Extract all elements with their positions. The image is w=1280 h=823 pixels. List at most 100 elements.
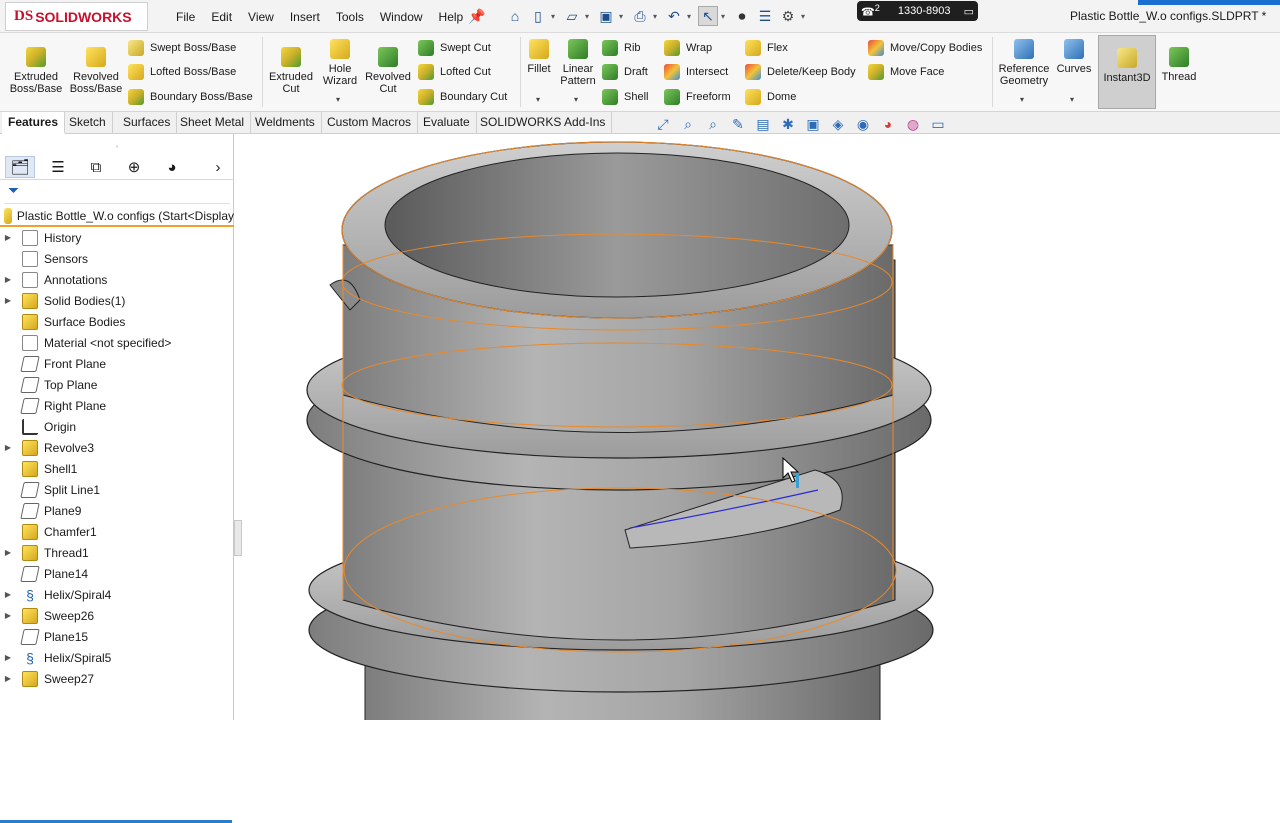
menu-tools[interactable]: Tools [336, 10, 364, 24]
hole-wizard-dropdown-icon[interactable]: ▾ [336, 95, 340, 104]
phone-widget[interactable]: ☎2 1330-8903 ▭ [857, 1, 978, 21]
reference-geometry-button[interactable]: Reference Geometry [996, 39, 1052, 87]
instant3d-button[interactable]: Instant3D [1098, 35, 1156, 109]
boundary-boss-button[interactable]: Boundary Boss/Base [128, 87, 253, 107]
dynamic-annotation-icon[interactable]: ✱ [780, 116, 796, 132]
menu-view[interactable]: View [248, 10, 274, 24]
delete-keep-body-button[interactable]: Delete/Keep Body [745, 62, 856, 82]
extruded-cut-button[interactable]: Extruded Cut [266, 47, 316, 95]
expand-arrow-icon[interactable]: ▶ [0, 296, 16, 305]
tree-node[interactable]: ▶ Annotations [0, 269, 234, 290]
tree-node[interactable]: ▶ § Helix/Spiral5 [0, 647, 234, 668]
rib-button[interactable]: Rib [602, 38, 641, 58]
options-gear-icon[interactable]: ⚙ [778, 6, 798, 26]
tree-node[interactable]: Sensors [0, 248, 234, 269]
tab-solidworks-addins[interactable]: SOLIDWORKS Add-Ins [474, 112, 613, 134]
view-settings-icon[interactable]: ▭ [930, 116, 946, 132]
panel-collapse-handle[interactable] [234, 520, 242, 556]
new-dropdown-icon[interactable]: ▾ [551, 12, 559, 21]
dome-button[interactable]: Dome [745, 87, 796, 107]
revolved-boss-button[interactable]: Revolved Boss/Base [68, 47, 124, 95]
save-dropdown-icon[interactable]: ▾ [619, 12, 627, 21]
tree-node[interactable]: Origin [0, 416, 234, 437]
tab-custom-macros[interactable]: Custom Macros [321, 112, 419, 134]
part-root-node[interactable]: Plastic Bottle_W.o configs (Start<Displa… [0, 206, 234, 227]
zoom-selection-icon[interactable]: ⌕ [705, 116, 721, 132]
select-dropdown-icon[interactable]: ▾ [721, 12, 729, 21]
pin-icon[interactable]: 📌 [468, 8, 485, 25]
linear-pattern-button[interactable]: Linear Pattern [558, 39, 598, 87]
wrap-button[interactable]: Wrap [664, 38, 712, 58]
extruded-boss-button[interactable]: Extruded Boss/Base [8, 47, 64, 95]
panel-splitter-handle[interactable]: ◦ [0, 142, 234, 151]
display-style-icon[interactable]: ◈ [830, 116, 846, 132]
curves-button[interactable]: Curves [1054, 39, 1094, 75]
tree-node[interactable]: Plane9 [0, 500, 234, 521]
expand-arrow-icon[interactable]: ▶ [0, 233, 16, 242]
bottle-neck-model[interactable] [242, 134, 1280, 720]
undo-dropdown-icon[interactable]: ▾ [687, 12, 695, 21]
dimxpert-tab-icon[interactable]: ⊕ [119, 156, 149, 178]
tree-node[interactable]: Front Plane [0, 353, 234, 374]
tree-node[interactable]: Shell1 [0, 458, 234, 479]
reference-geometry-dropdown-icon[interactable]: ▾ [1020, 95, 1024, 104]
draft-button[interactable]: Draft [602, 62, 648, 82]
tree-node[interactable]: ▶ Thread1 [0, 542, 234, 563]
flex-button[interactable]: Flex [745, 38, 788, 58]
previous-view-icon[interactable]: ✎ [730, 116, 746, 132]
view-orientation-icon[interactable]: ▣ [805, 116, 821, 132]
menu-window[interactable]: Window [380, 10, 423, 24]
expand-arrow-icon[interactable]: ▶ [0, 590, 16, 599]
solidworks-logo[interactable]: DS SOLIDWORKS [5, 2, 148, 31]
tab-sheet-metal[interactable]: Sheet Metal [174, 112, 252, 134]
apply-scene-icon[interactable]: ◍ [905, 116, 921, 132]
tab-weldments[interactable]: Weldments [249, 112, 322, 134]
feature-tree-tab-icon[interactable]: 🗂 [5, 156, 35, 178]
lofted-boss-button[interactable]: Lofted Boss/Base [128, 62, 236, 82]
display-manager-tab-icon[interactable]: ◕ [157, 156, 187, 178]
boundary-cut-button[interactable]: Boundary Cut [418, 87, 507, 107]
swept-boss-button[interactable]: Swept Boss/Base [128, 38, 236, 58]
tree-node[interactable]: ▶ § Helix/Spiral4 [0, 584, 234, 605]
tree-node[interactable]: ▶ Sweep27 [0, 668, 234, 689]
chat-icon[interactable]: ▭ [964, 5, 974, 18]
graphics-area[interactable] [242, 134, 1280, 720]
expand-arrow-icon[interactable]: ▶ [0, 674, 16, 683]
zoom-to-fit-icon[interactable]: ⤢ [655, 116, 671, 132]
edit-appearance-icon[interactable]: ◕ [880, 116, 896, 132]
chevron-right-icon[interactable]: › [208, 156, 228, 178]
tab-features[interactable]: Features [2, 112, 66, 134]
new-document-icon[interactable]: ▯ [528, 6, 548, 26]
fillet-button[interactable]: Fillet [523, 39, 555, 75]
file-properties-icon[interactable]: ☰ [755, 6, 775, 26]
move-copy-bodies-button[interactable]: Move/Copy Bodies [868, 38, 982, 58]
hide-show-items-icon[interactable]: ◉ [855, 116, 871, 132]
tree-node[interactable]: ▶ Sweep26 [0, 605, 234, 626]
expand-arrow-icon[interactable]: ▶ [0, 611, 16, 620]
swept-cut-button[interactable]: Swept Cut [418, 38, 491, 58]
tree-node[interactable]: Right Plane [0, 395, 234, 416]
tree-node[interactable]: Chamfer1 [0, 521, 234, 542]
freeform-button[interactable]: Freeform [664, 87, 731, 107]
menu-file[interactable]: File [176, 10, 195, 24]
tree-node[interactable]: Surface Bodies [0, 311, 234, 332]
revolved-cut-button[interactable]: Revolved Cut [364, 47, 412, 95]
save-icon[interactable]: ▣ [596, 6, 616, 26]
tab-surfaces[interactable]: Surfaces [117, 112, 178, 134]
lofted-cut-button[interactable]: Lofted Cut [418, 62, 491, 82]
home-icon[interactable]: ⌂ [505, 6, 525, 26]
curves-dropdown-icon[interactable]: ▾ [1070, 95, 1074, 104]
tree-node[interactable]: Plane15 [0, 626, 234, 647]
select-pointer-icon[interactable]: ↖ [698, 6, 718, 26]
traffic-light-icon[interactable]: ⏺ [732, 6, 752, 26]
thread-button[interactable]: Thread [1158, 47, 1200, 83]
expand-arrow-icon[interactable]: ▶ [0, 548, 16, 557]
expand-arrow-icon[interactable]: ▶ [0, 443, 16, 452]
open-folder-icon[interactable]: ▱ [562, 6, 582, 26]
property-manager-tab-icon[interactable]: ☰ [43, 156, 73, 178]
print-dropdown-icon[interactable]: ▾ [653, 12, 661, 21]
tree-node[interactable]: ▶ Solid Bodies(1) [0, 290, 234, 311]
open-dropdown-icon[interactable]: ▾ [585, 12, 593, 21]
options-dropdown-icon[interactable]: ▾ [801, 12, 809, 21]
intersect-button[interactable]: Intersect [664, 62, 728, 82]
